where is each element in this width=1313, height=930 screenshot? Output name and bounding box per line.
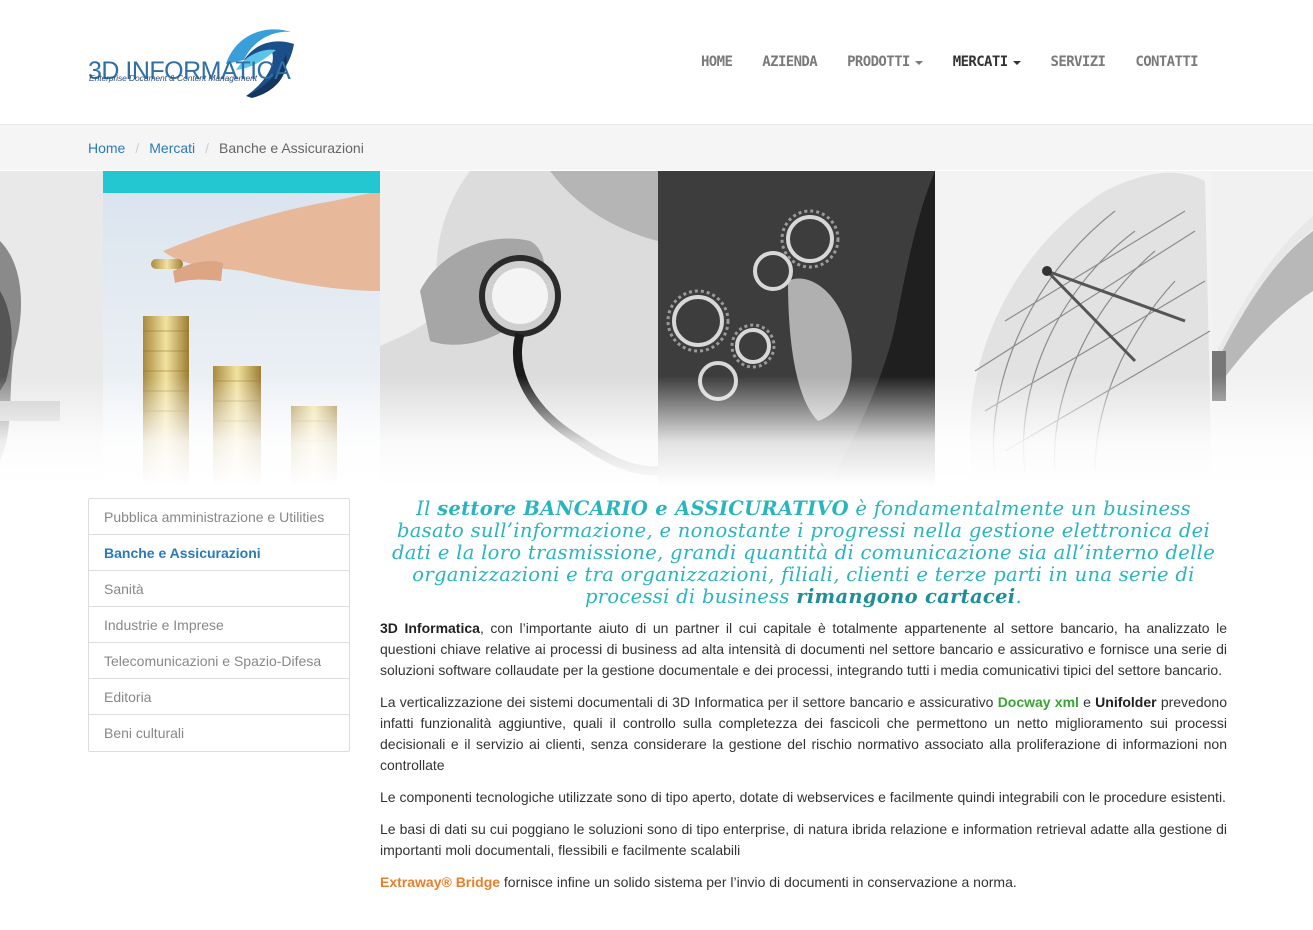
banner-accent-bar xyxy=(103,171,380,193)
sidebar-item-beni-culturali[interactable]: Beni culturali xyxy=(89,715,349,751)
lead-highlight: rimangono cartacei xyxy=(796,585,1016,608)
paragraph-text: , con l’importante aiuto di un partner i… xyxy=(380,620,1228,678)
main-nav: HOME AZIENDA PRODOTTI MERCATI SERVIZI CO… xyxy=(686,54,1213,70)
breadcrumb-separator: / xyxy=(205,139,210,156)
nav-mercati[interactable]: MERCATI xyxy=(938,54,1036,70)
body-paragraph: Extraway® Bridge fornisce infine un soli… xyxy=(380,872,1227,890)
nav-contatti[interactable]: CONTATTI xyxy=(1120,54,1213,70)
nav-servizi[interactable]: SERVIZI xyxy=(1036,54,1121,70)
product-name-unifolder: Unifolder xyxy=(1095,694,1157,710)
nav-azienda-label: AZIENDA xyxy=(762,54,818,70)
caret-down-icon xyxy=(1012,60,1021,65)
breadcrumb: Home / Mercati / Banche e Assicurazioni xyxy=(0,125,1313,170)
sidebar-item-banche-assicurazioni[interactable]: Banche e Assicurazioni xyxy=(89,535,349,571)
paragraph-text: e xyxy=(1078,694,1096,710)
body-paragraph: 3D Informatica, con l’importante aiuto d… xyxy=(380,618,1227,681)
lead-highlight: settore BANCARIO e ASSICURATIVO xyxy=(437,497,849,520)
sidebar-item-pubblica-amministrazione[interactable]: Pubblica amministrazione e Utilities xyxy=(89,499,349,535)
site-header: 3D INFORMATICA Enterprise Document & Con… xyxy=(0,0,1313,125)
body-paragraph: Le basi di dati su cui poggiano le soluz… xyxy=(380,821,1227,858)
sidebar-item-editoria[interactable]: Editoria xyxy=(89,679,349,715)
logo-subtitle: Enterprise Document & Content Management xyxy=(89,73,257,83)
nav-prodotti-label: PRODOTTI xyxy=(847,54,910,70)
breadcrumb-separator: / xyxy=(135,139,140,156)
company-name: 3D Informatica xyxy=(380,620,480,636)
lead-paragraph: Il settore BANCARIO e ASSICURATIVO è fon… xyxy=(380,498,1227,608)
lead-text: Il xyxy=(416,497,438,520)
hero-banner xyxy=(0,171,1313,486)
main-content: Il settore BANCARIO e ASSICURATIVO è fon… xyxy=(380,498,1227,891)
body-paragraph: Le componenti tecnologiche utilizzate so… xyxy=(380,789,1226,805)
lead-text: . xyxy=(1015,585,1023,608)
sidebar-item-industrie-imprese[interactable]: Industrie e Imprese xyxy=(89,607,349,643)
nav-azienda[interactable]: AZIENDA xyxy=(747,54,832,70)
breadcrumb-mercati-link[interactable]: Mercati xyxy=(149,140,195,156)
nav-mercati-label: MERCATI xyxy=(952,54,1008,70)
paragraph-text: La verticalizzazione dei sistemi documen… xyxy=(380,694,998,710)
breadcrumb-home-link[interactable]: Home xyxy=(88,140,125,156)
sidebar-item-sanita[interactable]: Sanità xyxy=(89,571,349,607)
body-paragraph: La verticalizzazione dei sistemi documen… xyxy=(380,692,1227,776)
nav-contatti-label: CONTATTI xyxy=(1135,54,1198,70)
site-logo[interactable]: 3D INFORMATICA Enterprise Document & Con… xyxy=(88,24,294,98)
paragraph-text: fornisce infine un solido sistema per l’… xyxy=(500,874,1017,890)
nav-servizi-label: SERVIZI xyxy=(1050,54,1106,70)
nav-home-label: HOME xyxy=(700,54,733,70)
caret-down-icon xyxy=(914,60,923,65)
product-link-docway[interactable]: Docway xml xyxy=(998,694,1079,710)
nav-home[interactable]: HOME xyxy=(686,54,747,70)
product-link-extraway[interactable]: Extraway® Bridge xyxy=(380,874,500,890)
breadcrumb-current: Banche e Assicurazioni xyxy=(219,139,364,156)
banner-fade xyxy=(0,376,1313,486)
nav-prodotti[interactable]: PRODOTTI xyxy=(832,54,938,70)
markets-sidebar: Pubblica amministrazione e Utilities Ban… xyxy=(88,498,350,752)
sidebar-item-telecomunicazioni[interactable]: Telecomunicazioni e Spazio-Difesa xyxy=(89,643,349,679)
